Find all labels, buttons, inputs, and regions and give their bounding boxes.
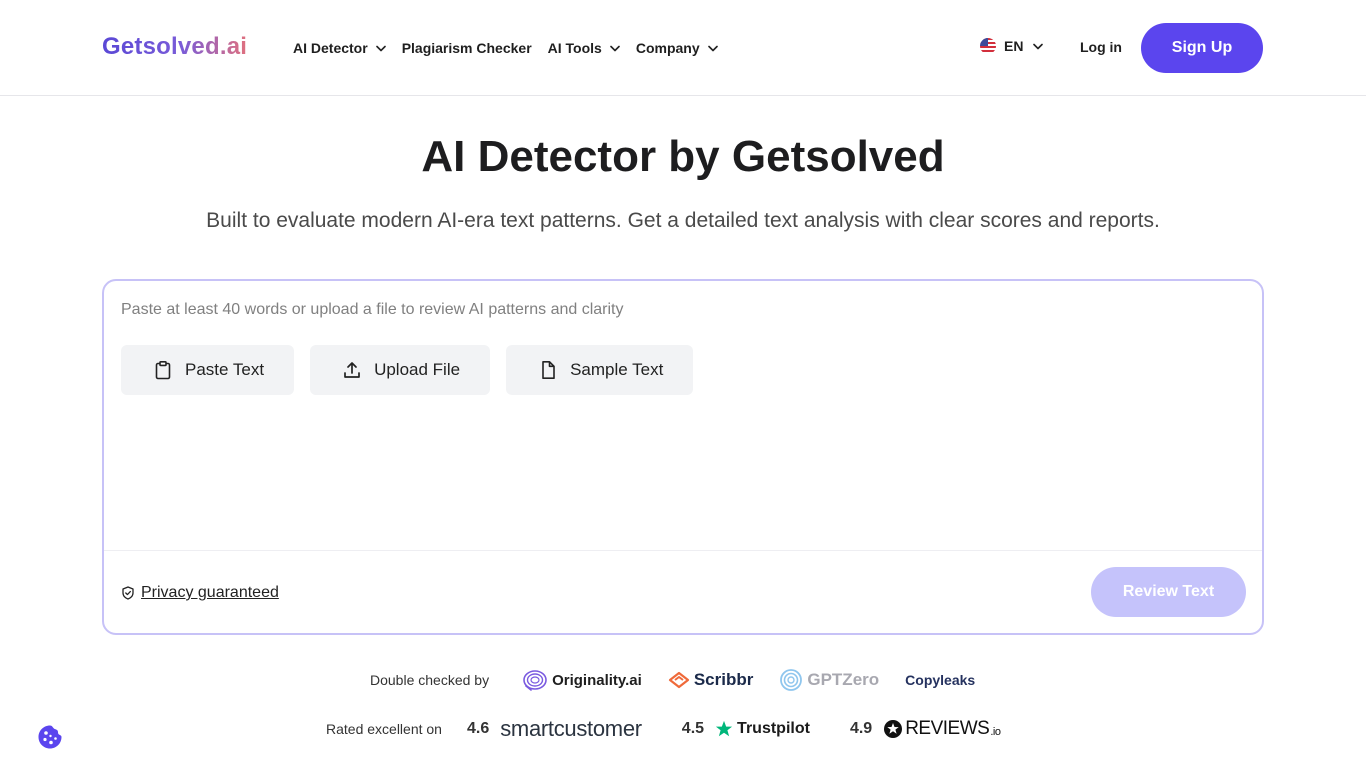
privacy-label: Privacy guaranteed <box>141 584 279 601</box>
signup-button[interactable]: Sign Up <box>1141 23 1263 73</box>
partner-gptzero: GPTZero <box>779 668 879 692</box>
upload-icon <box>342 360 362 380</box>
privacy-link[interactable]: Privacy guaranteed <box>121 584 279 602</box>
page-subtitle: Built to evaluate modern AI-era text pat… <box>206 209 1160 232</box>
rated-label: Rated excellent on <box>326 721 442 737</box>
language-label: EN <box>1004 38 1024 54</box>
chevron-down-icon <box>610 45 620 52</box>
document-icon <box>538 360 558 380</box>
gptzero-logo-icon <box>779 668 803 692</box>
clipboard-icon <box>153 360 173 380</box>
partner-gptzero-label: GPTZero <box>807 670 880 689</box>
paste-text-button[interactable]: Paste Text <box>121 345 295 395</box>
logo[interactable]: Getsolved.ai <box>102 33 247 61</box>
partner-originality-label: Originality.ai <box>552 671 642 689</box>
nav-company[interactable]: Company <box>636 38 718 58</box>
nav-plagiarism-checker-label: Plagiarism Checker <box>401 40 532 56</box>
chevron-down-icon <box>375 45 386 52</box>
trustpilot-score: 4.5 <box>681 720 705 737</box>
review-text-button[interactable]: Review Text <box>1091 567 1246 617</box>
smartcustomer-score: 4.6 <box>466 720 490 737</box>
nav-ai-detector[interactable]: AI Detector <box>293 38 386 58</box>
text-input-placeholder[interactable]: Paste at least 40 words or upload a file… <box>121 301 624 319</box>
main-nav: AI Detector Plagiarism Checker AI Tools … <box>293 38 734 58</box>
rated-row: Rated excellent on 4.6 smartcustomer 4.5… <box>326 716 1001 742</box>
sample-text-label: Sample Text <box>570 360 664 379</box>
reviewsio-suffix: .io <box>990 726 1001 738</box>
reviewsio-score: 4.9 <box>849 720 873 737</box>
partner-scribbr: Scribbr <box>668 670 754 690</box>
partner-copyleaks-label: Copyleaks <box>905 672 976 688</box>
card-divider <box>104 550 1262 551</box>
nav-ai-tools-label: AI Tools <box>547 40 602 56</box>
chevron-down-icon <box>707 45 718 52</box>
shield-check-icon <box>121 586 135 600</box>
smartcustomer-logo: smartcustomer <box>500 716 642 741</box>
site-header: Getsolved.ai AI Detector Plagiarism Chec… <box>0 0 1366 96</box>
page-title: AI Detector by Getsolved <box>421 132 945 181</box>
sample-text-button[interactable]: Sample Text <box>506 345 694 395</box>
partner-originality: Originality.ai <box>522 669 642 691</box>
nav-plagiarism-checker[interactable]: Plagiarism Checker <box>402 38 532 58</box>
us-flag-icon <box>980 38 996 54</box>
nav-ai-tools[interactable]: AI Tools <box>548 38 620 58</box>
trustpilot-star-icon <box>715 720 733 738</box>
reviewsio-logo: REVIEWS .io <box>883 718 1001 740</box>
reviewsio-star-icon <box>883 719 903 739</box>
partner-scribbr-label: Scribbr <box>693 670 754 689</box>
partner-copyleaks: Copyleaks <box>905 672 975 688</box>
trustpilot-logo: Trustpilot <box>715 720 810 738</box>
input-actions: Paste Text Upload File Sample Text <box>121 345 709 395</box>
double-checked-label: Double checked by <box>370 672 490 688</box>
trustpilot-label: Trustpilot <box>737 720 810 737</box>
language-selector[interactable]: EN <box>980 38 1044 54</box>
scribbr-logo-icon <box>668 671 690 689</box>
cookie-settings-icon[interactable] <box>37 724 63 750</box>
nav-ai-detector-label: AI Detector <box>293 40 368 56</box>
text-input-card[interactable]: Paste at least 40 words or upload a file… <box>102 279 1264 635</box>
originality-logo-icon <box>522 669 548 691</box>
upload-file-button[interactable]: Upload File <box>310 345 491 395</box>
double-checked-row: Double checked by Originality.ai Scribbr… <box>370 667 1001 693</box>
reviewsio-label: REVIEWS <box>905 718 990 739</box>
chevron-down-icon <box>1033 43 1044 50</box>
paste-text-label: Paste Text <box>185 360 265 379</box>
login-link[interactable]: Log in <box>1080 39 1122 55</box>
upload-file-label: Upload File <box>374 360 461 379</box>
nav-company-label: Company <box>635 40 700 56</box>
